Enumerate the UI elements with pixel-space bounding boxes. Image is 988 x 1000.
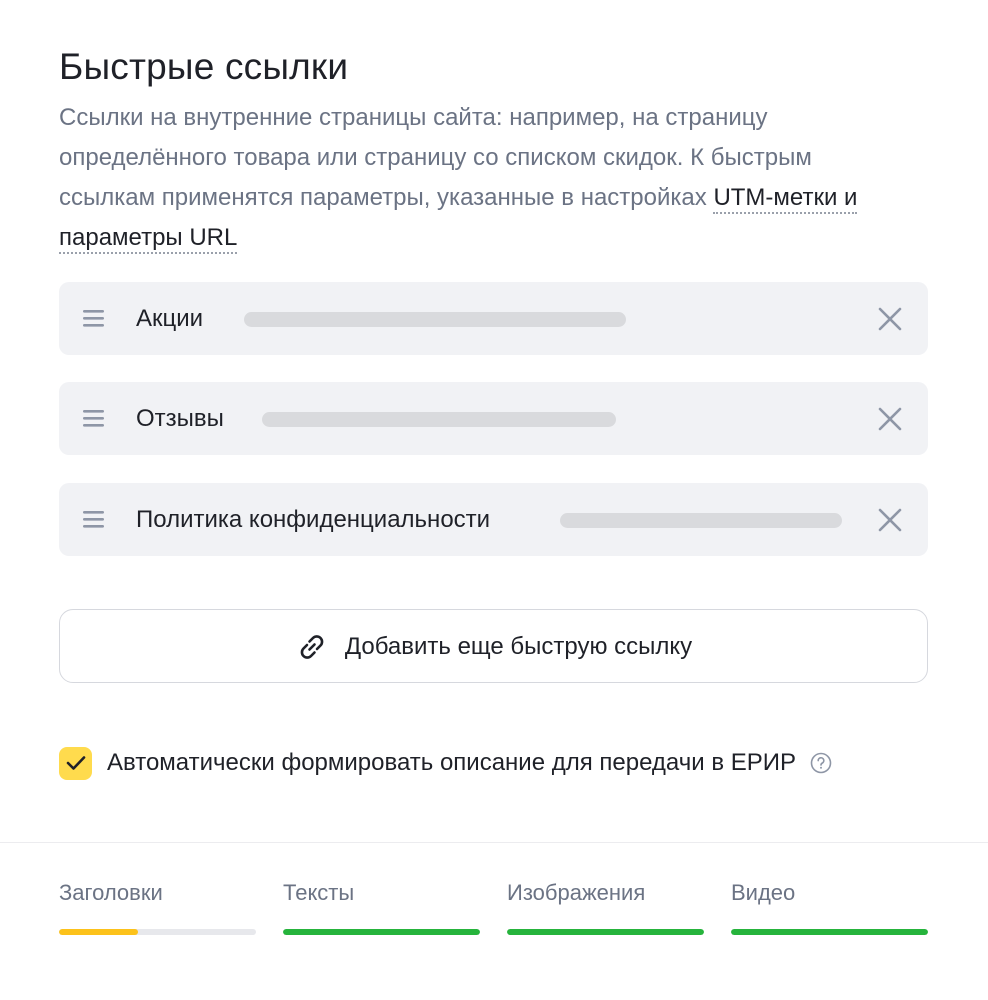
add-quick-link-button-content: Добавить еще быструю ссылку <box>60 610 927 684</box>
description-text: Ссылки на внутренние страницы сайта: нап… <box>59 104 812 211</box>
quick-link-row: Отзывы <box>59 382 928 455</box>
page-title: Быстрые ссылки <box>59 46 349 87</box>
section-description: Ссылки на внутренние страницы сайта: нап… <box>59 98 899 258</box>
quick-link-row: Политика конфиденциальности <box>59 483 928 556</box>
quick-link-row: Акции <box>59 282 928 355</box>
tab-label: Изображения <box>507 880 646 905</box>
tab-progress-track <box>59 929 256 935</box>
tab-label: Видео <box>731 880 796 905</box>
question-circle-icon[interactable] <box>810 752 832 774</box>
quick-link-label[interactable]: Акции <box>136 282 203 355</box>
quick-link-label[interactable]: Политика конфиденциальности <box>136 483 490 556</box>
quick-link-url-placeholder <box>560 513 842 528</box>
drag-handle-icon[interactable] <box>83 511 104 528</box>
quick-link-url-placeholder <box>262 412 616 427</box>
tab-label: Заголовки <box>59 880 163 905</box>
quick-link-label[interactable]: Отзывы <box>136 382 224 455</box>
tab-progress-fill <box>59 929 138 935</box>
auto-description-checkbox[interactable] <box>59 746 92 780</box>
link-icon <box>300 635 324 659</box>
section-divider <box>0 842 988 843</box>
tab-progress-track <box>507 929 704 935</box>
tab-progress-track <box>731 929 928 935</box>
tab-texts[interactable]: Тексты <box>283 880 480 935</box>
tab-label: Тексты <box>283 880 355 905</box>
tab-progress-fill <box>283 929 480 935</box>
tab-progress-fill <box>731 929 928 935</box>
tab-progress-track <box>283 929 480 935</box>
add-quick-link-label: Добавить еще быструю ссылку <box>344 633 693 660</box>
quick-link-url-placeholder <box>244 312 626 327</box>
checkmark-icon <box>66 756 85 770</box>
auto-description-option: Автоматически формировать описание для п… <box>59 745 832 781</box>
drag-handle-icon[interactable] <box>83 310 104 327</box>
tab-progress-fill <box>507 929 704 935</box>
tab-video[interactable]: Видео <box>731 880 928 935</box>
auto-description-label[interactable]: Автоматически формировать описание для п… <box>107 749 796 777</box>
close-icon[interactable] <box>877 306 903 332</box>
tab-images[interactable]: Изображения <box>507 880 704 935</box>
tab-headlines[interactable]: Заголовки <box>59 880 256 935</box>
close-icon[interactable] <box>877 507 903 533</box>
drag-handle-icon[interactable] <box>83 410 104 427</box>
close-icon[interactable] <box>877 406 903 432</box>
add-quick-link-button[interactable]: Добавить еще быструю ссылку <box>59 609 928 683</box>
